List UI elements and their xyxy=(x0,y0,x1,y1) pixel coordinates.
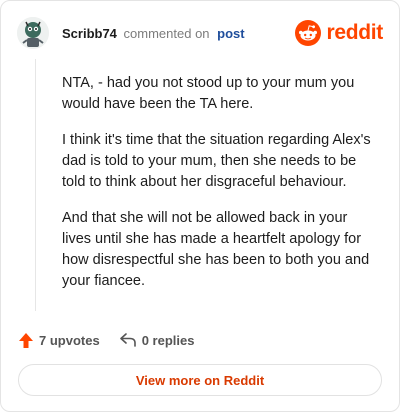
upvotes-count: 7 upvotes xyxy=(39,332,100,348)
comment-meta: Scribb74 commented on post xyxy=(62,26,245,41)
comment-paragraph: NTA, - had you not stood up to your mum … xyxy=(62,75,355,112)
thread-line xyxy=(35,59,36,311)
avatar[interactable] xyxy=(17,17,49,49)
comment-header: Scribb74 commented on post reddit xyxy=(17,17,383,53)
upvote-arrow-icon xyxy=(19,332,33,348)
reddit-brand[interactable]: reddit xyxy=(295,19,383,47)
post-link[interactable]: post xyxy=(217,26,244,41)
username[interactable]: Scribb74 xyxy=(62,26,117,41)
comment-paragraph: And that she will not be allowed back in… xyxy=(62,210,370,289)
comment-paragraph: I think it's time that the situation reg… xyxy=(62,132,371,190)
upvotes-stat[interactable]: 7 upvotes xyxy=(19,332,100,348)
reply-arrow-icon xyxy=(119,333,136,347)
avatar-icon xyxy=(17,17,49,49)
comment-stats: 7 upvotes 0 replies xyxy=(19,330,194,350)
replies-count: 0 replies xyxy=(141,332,195,348)
brand-wordmark: reddit xyxy=(326,21,383,44)
reddit-logo-icon xyxy=(295,20,322,46)
action-text: commented on xyxy=(123,26,210,41)
replies-stat[interactable]: 0 replies xyxy=(119,332,195,348)
comment-body: NTA, - had you not stood up to your mum … xyxy=(62,73,380,307)
view-more-button[interactable]: View more on Reddit xyxy=(18,364,382,396)
comment-embed-card: Scribb74 commented on post reddit NTA, -… xyxy=(0,0,400,412)
